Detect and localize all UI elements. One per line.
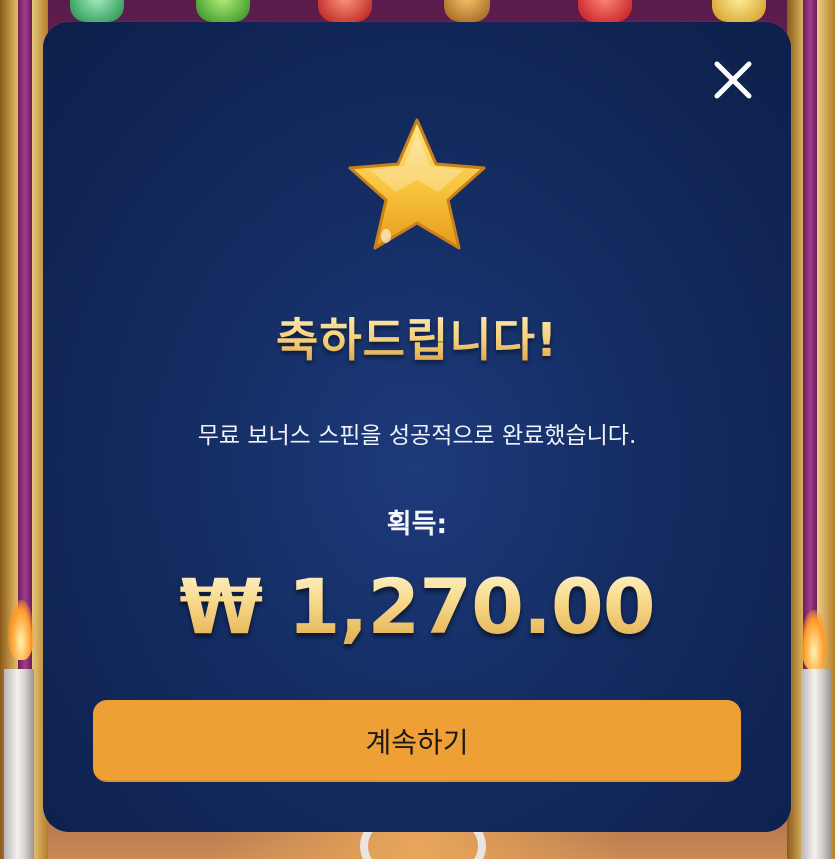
bonus-complete-dialog: 축하드립니다! 무료 보너스 스핀을 성공적으로 완료했습니다. 획득: ₩ 1… xyxy=(43,22,791,832)
winnings-amount: ₩ 1,270.00 xyxy=(43,562,791,651)
close-button[interactable] xyxy=(711,58,755,102)
close-icon xyxy=(714,61,752,99)
torch-flame xyxy=(801,610,827,670)
congrats-title: 축하드립니다! xyxy=(43,304,791,370)
winnings-label: 획득: xyxy=(386,509,448,540)
torch-flame xyxy=(8,600,34,660)
star-icon xyxy=(348,118,486,250)
gem-symbol xyxy=(712,0,766,22)
marble-column xyxy=(801,669,831,859)
gem-symbol xyxy=(196,0,250,22)
gem-symbol xyxy=(318,0,372,22)
marble-column xyxy=(4,669,34,859)
gem-symbol xyxy=(578,0,632,22)
gem-symbol xyxy=(70,0,124,22)
bonus-complete-message: 무료 보너스 스핀을 성공적으로 완료했습니다. xyxy=(197,423,637,449)
gem-symbol xyxy=(444,0,490,22)
continue-button[interactable]: 계속하기 xyxy=(93,700,741,782)
